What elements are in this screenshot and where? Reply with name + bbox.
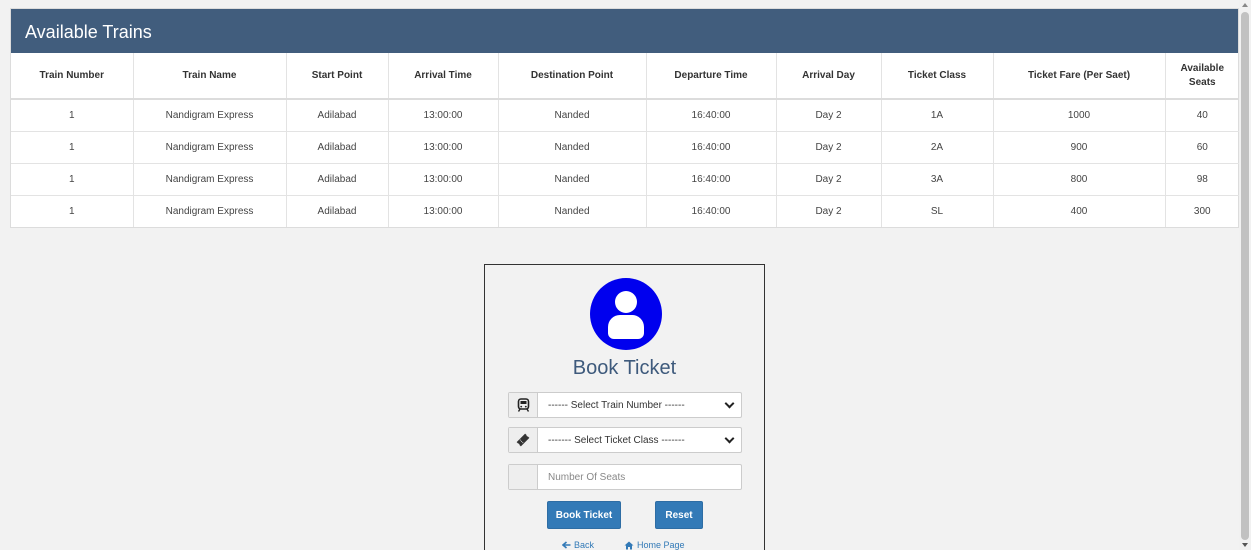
- table-cell: Nanded: [498, 99, 647, 132]
- train-select-control[interactable]: ------ Select Train Number ------: [538, 393, 741, 417]
- table-cell: Nandigram Express: [133, 99, 287, 132]
- vertical-scrollbar[interactable]: [1239, 0, 1251, 550]
- panel-title: Available Trains: [11, 9, 1238, 53]
- train-number-select[interactable]: ------ Select Train Number ------: [508, 392, 742, 418]
- train-icon: [509, 393, 538, 417]
- available-trains-panel: Available Trains Train Number Train Name S…: [10, 8, 1239, 228]
- table-cell: 1000: [993, 99, 1166, 132]
- column-header: Train Name: [133, 53, 287, 100]
- class-select-control[interactable]: ------- Select Ticket Class -------: [538, 428, 741, 452]
- table-cell: 900: [993, 131, 1166, 164]
- table-cell: Adilabad: [286, 195, 389, 227]
- column-header: Departure Time: [646, 53, 777, 100]
- table-row: 1 Nandigram Express Adilabad 13:00:00 Nanded…: [11, 99, 1239, 132]
- seats-input[interactable]: [538, 465, 741, 489]
- table-cell: 800: [993, 163, 1166, 196]
- table-body: 1 Nandigram Express Adilabad 13:00:00 Nanded…: [11, 99, 1239, 227]
- ticket-icon: [509, 428, 538, 452]
- table-cell: 1: [11, 99, 134, 132]
- table-cell: Adilabad: [286, 131, 389, 164]
- scrollbar-thumb[interactable]: [1241, 12, 1249, 540]
- table-cell: 13:00:00: [388, 131, 499, 164]
- table-row: 1 Nandigram Express Adilabad 13:00:00 Nanded…: [11, 131, 1239, 164]
- seats-addon: [509, 465, 538, 489]
- seats-field[interactable]: [508, 464, 742, 490]
- class-select-value: ------- Select Ticket Class -------: [548, 434, 685, 446]
- column-header: Destination Point: [498, 53, 647, 100]
- table-cell: 1: [11, 195, 134, 227]
- table-cell: 40: [1165, 99, 1239, 132]
- table-cell: 2A: [881, 131, 994, 164]
- back-link[interactable]: Back: [562, 540, 594, 550]
- column-header: Arrival Day: [776, 53, 882, 100]
- home-label: Home Page: [637, 540, 685, 550]
- column-header: Start Point: [286, 53, 389, 100]
- table-cell: Adilabad: [286, 163, 389, 196]
- table-cell: 300: [1193, 205, 1211, 217]
- table-cell: Nandigram Express: [133, 163, 287, 196]
- table-row: 1 Nandigram Express Adilabad 13:00:00 Nanded…: [11, 195, 1239, 227]
- table-cell: 16:40:00: [646, 195, 777, 227]
- book-ticket-button[interactable]: Book Ticket: [547, 501, 621, 529]
- book-ticket-form: Book Ticket ------ Select Train Number -…: [484, 264, 765, 550]
- table-cell: 16:40:00: [646, 163, 777, 196]
- column-header: Ticket Class: [881, 53, 994, 100]
- table-cell: 13:00:00: [388, 99, 499, 132]
- user-icon-body: [608, 315, 644, 339]
- table-cell: Day 2: [776, 131, 882, 164]
- scroll-up-arrow[interactable]: [1242, 3, 1248, 7]
- column-header: Ticket Fare (Per Saet): [993, 53, 1166, 100]
- arrow-left-icon: [562, 541, 571, 549]
- train-select-value: ------ Select Train Number ------: [548, 399, 685, 411]
- home-page-link[interactable]: Home Page: [624, 540, 685, 550]
- table-cell: 3A: [881, 163, 994, 196]
- table-cell: 16:40:00: [646, 131, 777, 164]
- column-header: Train Number: [11, 53, 134, 100]
- table-cell: 13:00:00: [388, 163, 499, 196]
- table-header-row: Train Number Train Name Start Point Arrival…: [11, 53, 1239, 100]
- back-label: Back: [574, 540, 595, 550]
- table-cell: 98: [1165, 163, 1239, 196]
- table-cell: Adilabad: [286, 99, 389, 132]
- table-cell: Nandigram Express: [133, 195, 287, 227]
- column-header: Arrival Time: [388, 53, 499, 100]
- table-cell: 13:00:00: [388, 195, 499, 227]
- column-header: Available Seats: [1165, 53, 1239, 100]
- user-icon: [590, 278, 662, 350]
- table-cell: 1: [11, 163, 134, 196]
- scroll-down-arrow[interactable]: [1242, 543, 1248, 547]
- table-cell: 1: [11, 131, 134, 164]
- ticket-class-select[interactable]: ------- Select Ticket Class -------: [508, 427, 742, 453]
- table-cell: Nanded: [498, 195, 647, 227]
- chevron-down-icon: [724, 398, 735, 408]
- table-cell: Nanded: [498, 131, 647, 164]
- table-cell: SL: [881, 195, 994, 227]
- home-icon: [624, 541, 634, 549]
- table-cell: Day 2: [776, 99, 882, 132]
- page: Available Trains Train Number Train Name S…: [0, 0, 1239, 550]
- table-row: 1 Nandigram Express Adilabad 13:00:00 Nanded…: [11, 163, 1239, 196]
- table-cell: Day 2: [776, 163, 882, 196]
- table-cell: 400: [993, 195, 1166, 227]
- reset-button[interactable]: Reset: [655, 501, 703, 529]
- table-cell: 60: [1165, 131, 1239, 164]
- table-cell: Nanded: [498, 163, 647, 196]
- user-icon-head: [615, 291, 637, 313]
- table-cell: Day 2: [776, 195, 882, 227]
- chevron-down-icon: [724, 433, 735, 443]
- table-cell: 1A: [881, 99, 994, 132]
- trains-table: Train Number Train Name Start Point Arrival…: [11, 53, 1239, 227]
- form-title: Book Ticket: [572, 357, 677, 379]
- table-cell: Nandigram Express: [133, 131, 287, 164]
- table-cell: 16:40:00: [646, 99, 777, 132]
